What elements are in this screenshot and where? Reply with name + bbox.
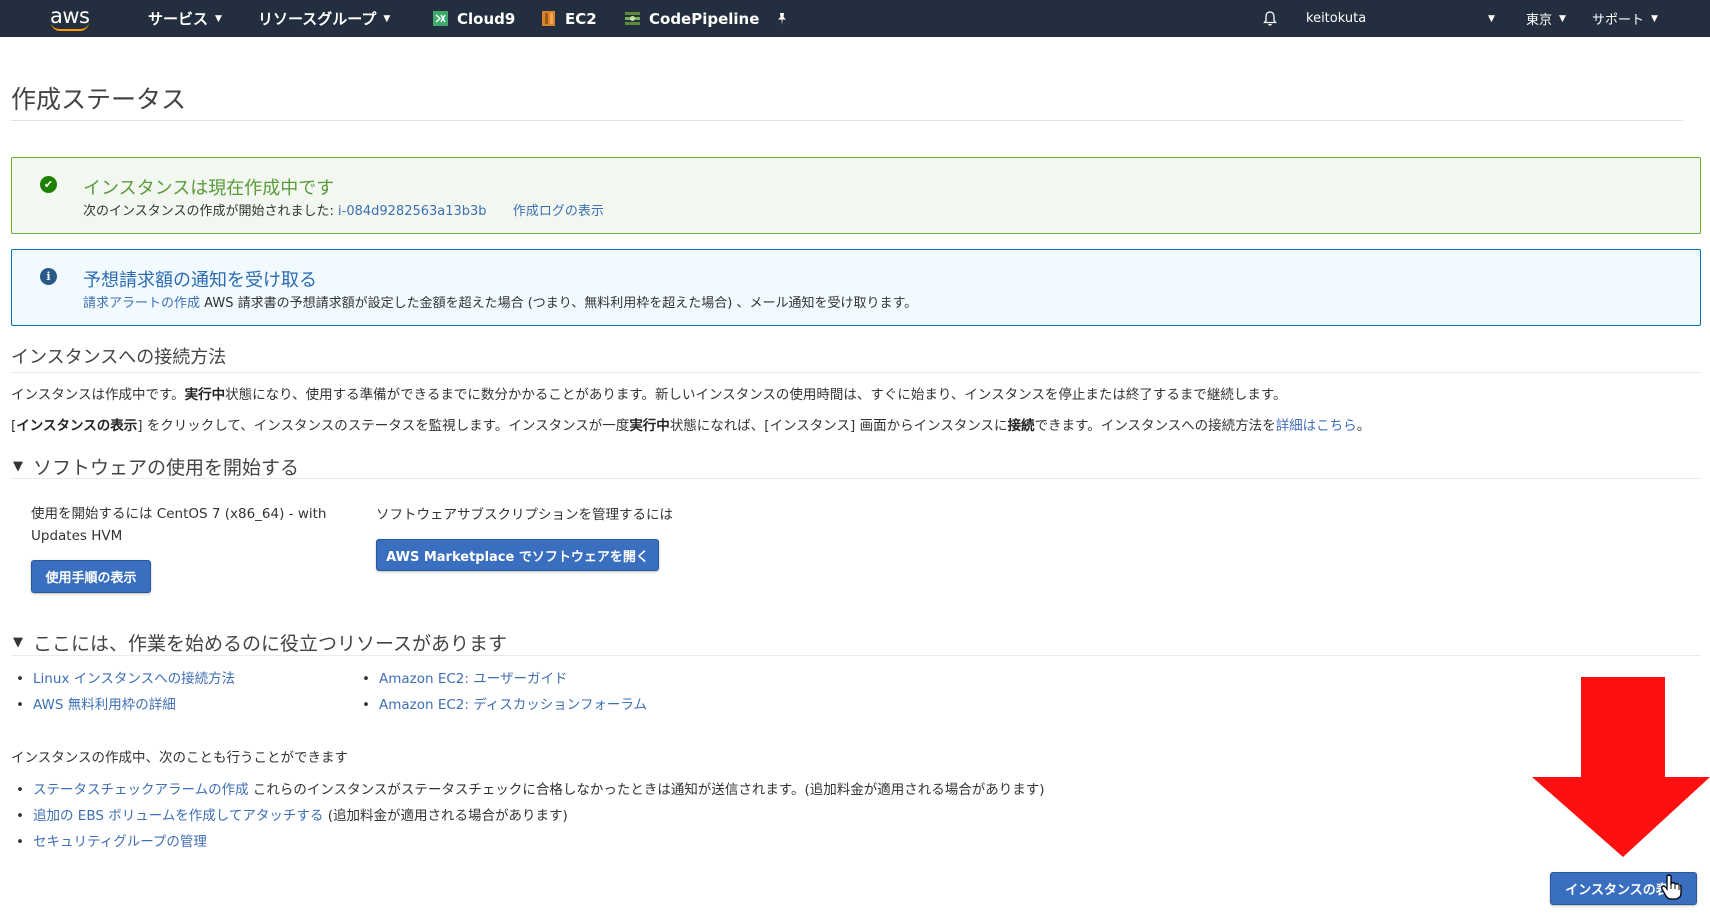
chevron-down-icon: ▼	[383, 13, 391, 24]
cloud9-icon	[432, 10, 449, 27]
user-menu-label[interactable]: keitokuta	[1306, 0, 1366, 37]
section-divider	[11, 655, 1701, 656]
caret-down-icon: ▼	[13, 459, 23, 474]
list-item: ステータスチェックアラームの作成 これらのインスタンスがステータスチェックに合格…	[13, 777, 1045, 803]
shortcut-ec2[interactable]: EC2	[540, 0, 597, 37]
caret-down-icon: ▼	[13, 635, 23, 650]
region-label: 東京	[1526, 13, 1553, 28]
chevron-down-icon: ▼	[215, 13, 222, 24]
aws-logo[interactable]: aws	[50, 0, 90, 37]
section-divider	[11, 478, 1701, 479]
resource-groups-menu[interactable]: リソースグループ ▼	[258, 0, 390, 37]
info-circle-icon: i	[40, 268, 57, 285]
codepipeline-icon	[624, 10, 641, 27]
text: Updates HVM	[31, 528, 123, 544]
region-menu[interactable]: 東京 ▼	[1526, 0, 1566, 37]
services-menu[interactable]: サービス ▼	[148, 0, 222, 37]
shortcut-label: EC2	[565, 9, 597, 28]
red-arrow-annotation	[1532, 677, 1710, 857]
success-alert-body: 次のインスタンスの作成が開始されました: i-084d9282563a13b3b…	[83, 200, 604, 219]
resource-groups-label: リソースグループ	[258, 10, 377, 28]
success-alert-heading: インスタンスは現在作成中です	[83, 178, 335, 199]
create-ebs-volume-link[interactable]: 追加の EBS ボリュームを作成してアタッチする	[33, 808, 323, 824]
subscription-text: ソフトウェアサブスクリプションを管理するには	[376, 507, 673, 523]
chevron-down-icon: ▼	[1559, 13, 1566, 24]
support-menu[interactable]: サポート ▼	[1592, 0, 1658, 37]
instance-id-link[interactable]: i-084d9282563a13b3b	[338, 204, 487, 219]
text: ] をクリックして、インスタンスのステータスを監視します。インスタンスが一度	[137, 418, 630, 434]
billing-info-alert: i 予想請求額の通知を受け取る 請求アラートの作成 AWS 請求書の予想請求額が…	[11, 249, 1701, 326]
success-alert: ✔ インスタンスは現在作成中です 次のインスタンスの作成が開始されました: i-…	[11, 157, 1701, 234]
support-label: サポート	[1592, 13, 1645, 28]
ec2-user-guide-link[interactable]: Amazon EC2: ユーザーガイド	[379, 671, 567, 687]
software-start-text: 使用を開始するには CentOS 7 (x86_64) - with Updat…	[31, 503, 326, 547]
resources-right-list: Amazon EC2: ユーザーガイド Amazon EC2: ディスカッション…	[359, 666, 647, 718]
resources-section-toggle[interactable]: ▼ ここには、作業を始めるのに役立つリソースがあります	[13, 629, 507, 656]
list-item-text: これらのインスタンスがステータスチェックに合格しなかったときは通知が送信されます…	[248, 782, 1045, 798]
chevron-down-icon: ▼	[1651, 13, 1658, 24]
open-marketplace-button[interactable]: AWS Marketplace でソフトウェアを開く	[376, 539, 659, 571]
billing-alert-heading: 予想請求額の通知を受け取る	[83, 270, 317, 291]
shortcut-cloud9[interactable]: Cloud9	[432, 0, 515, 37]
list-item: 追加の EBS ボリュームを作成してアタッチする (追加料金が適用される場合があ…	[13, 803, 1045, 829]
list-item: Amazon EC2: ユーザーガイド	[359, 666, 647, 692]
check-circle-icon: ✔	[40, 176, 57, 193]
text: 使用を開始するには CentOS 7 (x86_64) - with	[31, 506, 327, 522]
text-bold: 実行中	[184, 387, 226, 403]
list-item: AWS 無料利用枠の詳細	[13, 692, 235, 718]
ec2-forum-link[interactable]: Amazon EC2: ディスカッションフォーラム	[379, 697, 647, 713]
free-tier-details-link[interactable]: AWS 無料利用枠の詳細	[33, 697, 176, 713]
manage-security-groups-link[interactable]: セキュリティグループの管理	[33, 834, 207, 850]
shortcut-label: CodePipeline	[649, 9, 760, 28]
user-menu-chevron-down-icon[interactable]: ▼	[1488, 0, 1495, 37]
page-title: 作成ステータス	[11, 85, 187, 114]
section-divider	[11, 372, 1701, 373]
title-divider	[11, 120, 1683, 121]
shortcut-codepipeline[interactable]: CodePipeline	[624, 0, 759, 37]
text: 状態になれば、[インスタンス] 画面からインスタンスに	[669, 418, 1008, 434]
list-item: セキュリティグループの管理	[13, 829, 1045, 855]
view-usage-instructions-button[interactable]: 使用手順の表示	[31, 560, 151, 593]
connect-paragraph-1: インスタンスは作成中です。実行中状態になり、使用する準備ができるまでに数分かかる…	[11, 383, 1287, 403]
list-item-text: (追加料金が適用される場合があります)	[323, 808, 568, 824]
services-label: サービス	[148, 10, 209, 28]
text: できます。インスタンスへの接続方法を	[1034, 418, 1276, 434]
software-section-title: ソフトウェアの使用を開始する	[33, 457, 300, 479]
resources-left-list: Linux インスタンスへの接続方法 AWS 無料利用枠の詳細	[13, 666, 235, 718]
ec2-icon	[540, 10, 557, 27]
success-alert-text: 次のインスタンスの作成が開始されました:	[83, 204, 334, 219]
text: 状態になり、使用する準備ができるまでに数分かかることがあります。新しいインスタン…	[225, 387, 1287, 403]
resources-section-title: ここには、作業を始めるのに役立つリソースがあります	[33, 633, 508, 655]
text-bold: インスタンスの表示	[16, 418, 138, 434]
connect-section-title: インスタンスへの接続方法	[11, 347, 227, 368]
billing-alert-text: AWS 請求書の予想請求額が設定した金額を超えた場合 (つまり、無料利用枠を超え…	[204, 296, 918, 311]
view-launch-log-link[interactable]: 作成ログの表示	[513, 204, 604, 219]
billing-alert-body: 請求アラートの作成 AWS 請求書の予想請求額が設定した金額を超えた場合 (つま…	[83, 292, 917, 311]
learn-more-link[interactable]: 詳細はこちら	[1276, 418, 1357, 434]
text: 。	[1356, 418, 1371, 434]
bell-icon[interactable]	[1262, 0, 1278, 37]
top-nav-bar: aws サービス ▼ リソースグループ ▼ Cloud9 EC2 CodePip…	[0, 0, 1710, 37]
aws-logo-smile	[50, 22, 89, 31]
linux-connect-link[interactable]: Linux インスタンスへの接続方法	[33, 671, 235, 687]
create-billing-alert-link[interactable]: 請求アラートの作成	[83, 296, 200, 311]
software-section-toggle[interactable]: ▼ ソフトウェアの使用を開始する	[13, 453, 299, 480]
connect-paragraph-2: [インスタンスの表示] をクリックして、インスタンスのステータスを監視します。イ…	[11, 414, 1370, 434]
text-bold: 実行中	[629, 418, 670, 434]
more-actions-list: ステータスチェックアラームの作成 これらのインスタンスがステータスチェックに合格…	[13, 777, 1045, 855]
hand-cursor-icon	[1661, 874, 1682, 900]
shortcut-label: Cloud9	[457, 9, 516, 28]
create-status-check-alarm-link[interactable]: ステータスチェックアラームの作成	[33, 782, 249, 798]
list-item: Amazon EC2: ディスカッションフォーラム	[359, 692, 647, 718]
list-item: Linux インスタンスへの接続方法	[13, 666, 235, 692]
pin-icon[interactable]	[775, 0, 789, 37]
more-actions-title: インスタンスの作成中、次のことも行うことができます	[11, 750, 348, 766]
text: インスタンスは作成中です。	[11, 387, 185, 403]
text-bold: 接続	[1007, 418, 1035, 434]
